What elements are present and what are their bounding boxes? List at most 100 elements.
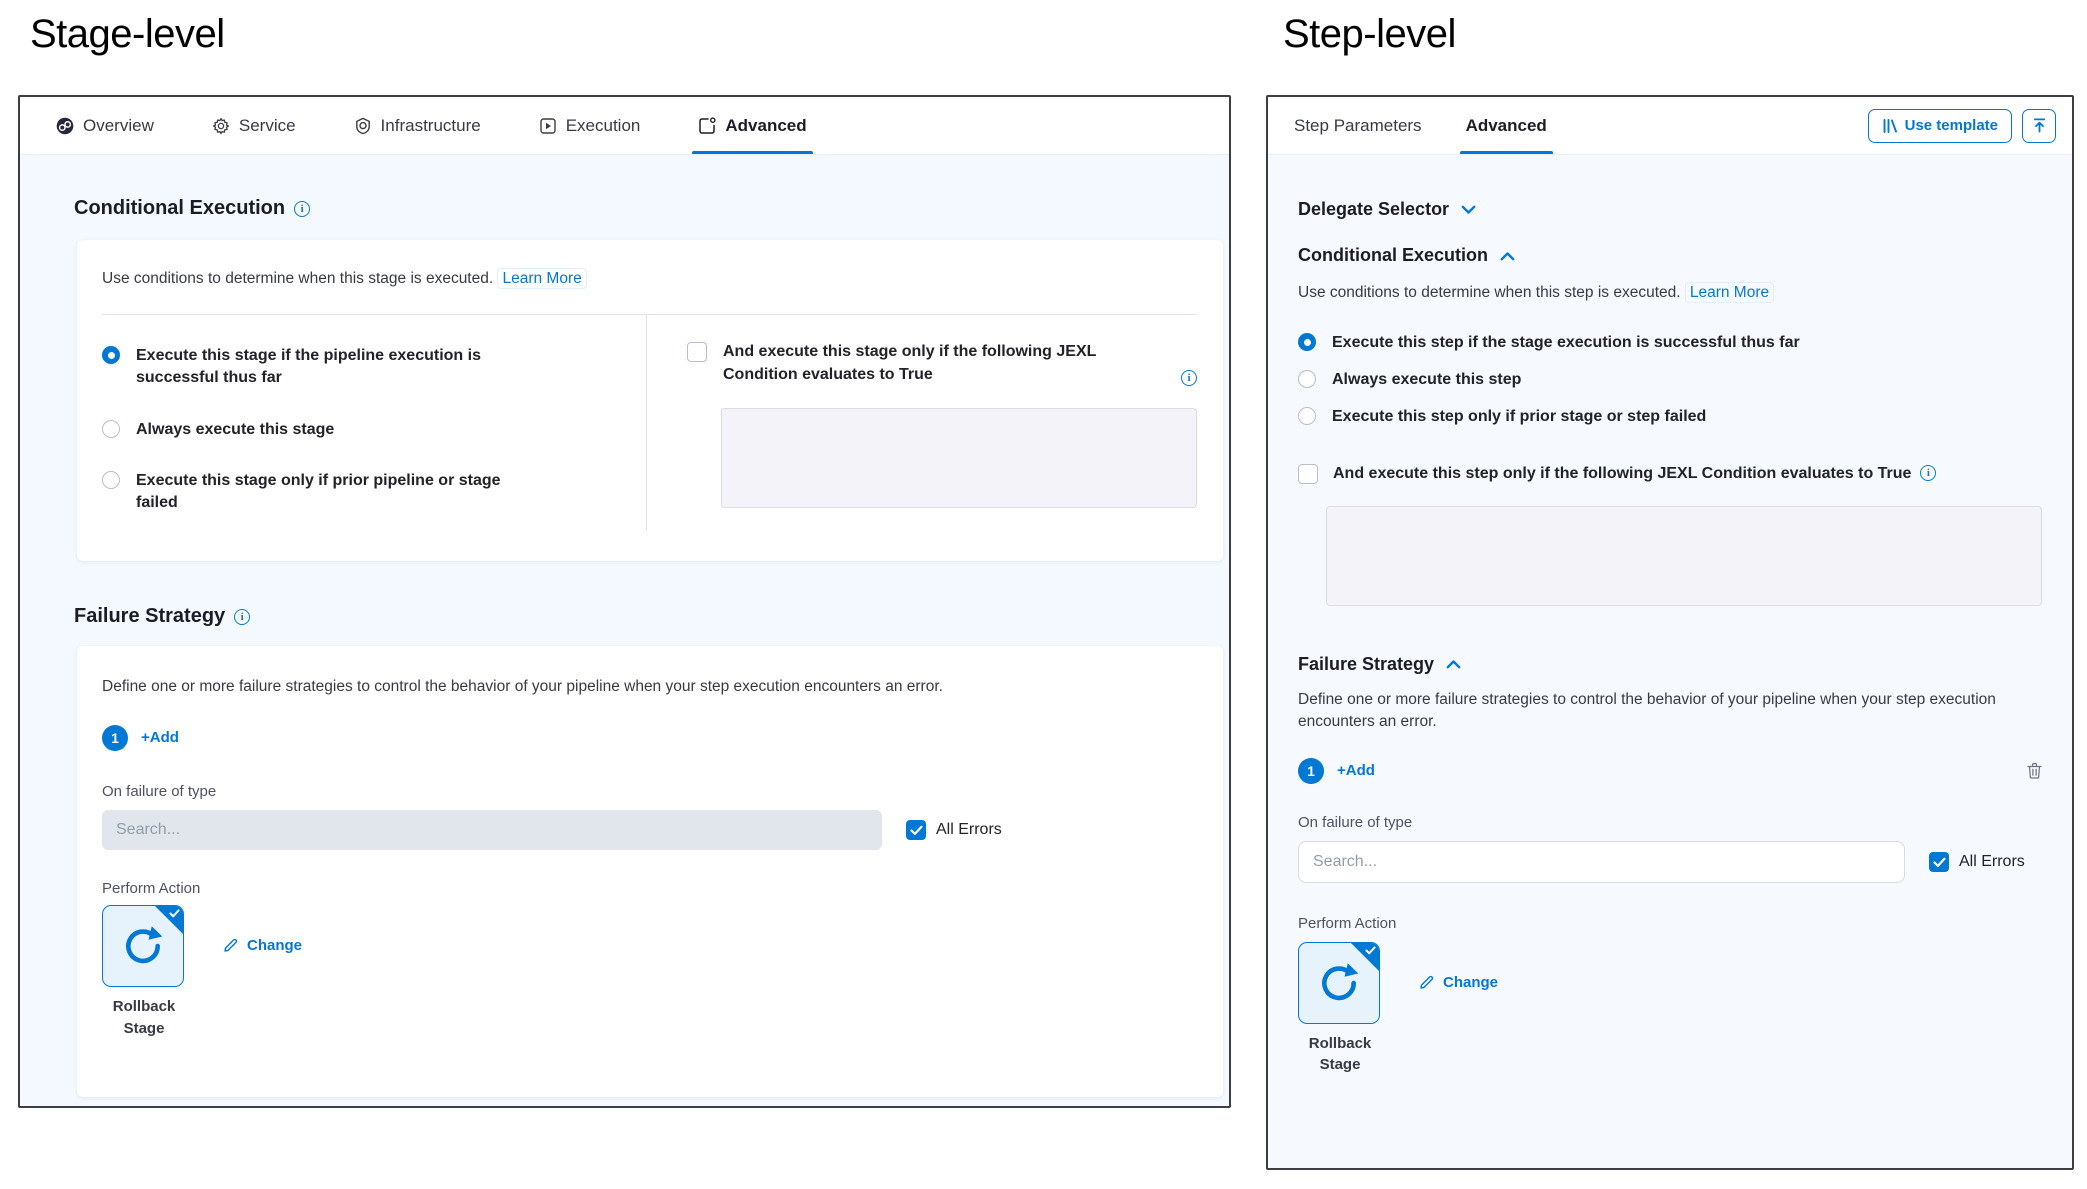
radio-icon[interactable]: [1298, 407, 1316, 425]
radio-icon[interactable]: [102, 420, 120, 438]
radio-option-success[interactable]: Execute this step if the stage execution…: [1298, 332, 2042, 354]
learn-more-link[interactable]: Learn More: [497, 268, 586, 289]
info-icon[interactable]: i: [234, 609, 250, 625]
failure-strategy-description: Define one or more failure strategies to…: [102, 676, 1198, 698]
pencil-icon: [1418, 974, 1435, 991]
jexl-checkbox[interactable]: [1298, 464, 1318, 484]
selected-check-icon: [169, 909, 180, 918]
tab-label: Overview: [83, 116, 154, 136]
radio-label: Always execute this step: [1332, 369, 1521, 391]
add-strategy-button[interactable]: +Add: [141, 729, 179, 746]
radio-option-failed[interactable]: Execute this stage only if prior pipelin…: [102, 470, 606, 513]
rollback-stage-tile[interactable]: [1298, 942, 1380, 1024]
tab-advanced[interactable]: Advanced: [698, 97, 806, 154]
template-library-icon: [1882, 118, 1898, 134]
failure-type-row: All Errors: [102, 810, 1198, 850]
jexl-checkbox-row[interactable]: And execute this stage only if the follo…: [687, 341, 1197, 386]
all-errors-checkbox[interactable]: [906, 820, 926, 840]
infrastructure-icon: [354, 117, 372, 135]
jexl-condition-input[interactable]: [1326, 506, 2042, 606]
conditional-columns: Execute this stage if the pipeline execu…: [102, 315, 1197, 531]
step-content: Delegate Selector Conditional Execution …: [1268, 199, 2072, 1170]
rollback-stage-tile[interactable]: [102, 905, 184, 987]
all-errors-label: All Errors: [936, 821, 1002, 839]
tab-advanced[interactable]: Advanced: [1466, 97, 1547, 154]
add-strategy-button[interactable]: +Add: [1337, 762, 1375, 779]
failure-type-search-input[interactable]: [102, 810, 882, 850]
action-name-line2: Stage: [102, 1018, 186, 1040]
radio-icon[interactable]: [1298, 370, 1316, 388]
perform-action-row: Change: [1298, 942, 2042, 1024]
tab-actions: Use template: [1868, 109, 2056, 143]
info-icon[interactable]: i: [1920, 465, 1936, 481]
radio-icon[interactable]: [102, 471, 120, 489]
advanced-icon: [698, 117, 716, 135]
page: Stage-level Step-level Overview Service …: [0, 0, 2087, 1189]
all-errors-option[interactable]: All Errors: [1929, 851, 2025, 872]
failure-type-search-input[interactable]: [1298, 841, 1905, 883]
radio-option-success[interactable]: Execute this stage if the pipeline execu…: [102, 345, 606, 388]
heading-text: Failure Strategy: [74, 605, 225, 628]
conditional-execution-description: Use conditions to determine when this st…: [1298, 282, 2042, 304]
radio-selected-icon[interactable]: [102, 346, 120, 364]
conditional-execution-card: Use conditions to determine when this st…: [77, 240, 1223, 561]
stage-level-title: Stage-level: [30, 12, 225, 57]
learn-more-link[interactable]: Learn More: [1685, 282, 1774, 303]
tab-step-parameters[interactable]: Step Parameters: [1294, 97, 1422, 154]
strategy-count-badge[interactable]: 1: [1298, 758, 1324, 784]
save-as-template-button[interactable]: [2022, 109, 2056, 143]
check-icon: [1933, 857, 1946, 868]
stage-panel: Overview Service Infrastructure Executio…: [18, 95, 1231, 1108]
action-name: Rollback Stage: [1298, 1033, 1382, 1077]
on-failure-label: On failure of type: [1298, 814, 2042, 831]
info-icon[interactable]: i: [294, 201, 310, 217]
conditional-execution-header[interactable]: Conditional Execution: [1298, 245, 2042, 266]
radio-option-always[interactable]: Always execute this stage: [102, 419, 606, 441]
action-name: Rollback Stage: [102, 996, 186, 1040]
jexl-checkbox-row[interactable]: And execute this step only if the follow…: [1298, 463, 2042, 485]
info-icon[interactable]: i: [1181, 370, 1197, 386]
chevron-up-icon: [1446, 659, 1461, 669]
delete-strategy-button[interactable]: [2027, 762, 2042, 779]
radio-label: Execute this stage if the pipeline execu…: [136, 345, 516, 388]
all-errors-option[interactable]: All Errors: [906, 819, 1002, 840]
pipeline-icon: [56, 117, 74, 135]
step-level-title: Step-level: [1283, 12, 1456, 57]
on-failure-label: On failure of type: [102, 783, 1198, 800]
change-action-button[interactable]: Change: [1418, 974, 1498, 991]
failure-strategy-header[interactable]: Failure Strategy: [1298, 654, 2042, 675]
jexl-checkbox[interactable]: [687, 342, 707, 362]
use-template-button[interactable]: Use template: [1868, 109, 2012, 143]
tab-label: Step Parameters: [1294, 116, 1422, 136]
action-name-line2: Stage: [1298, 1054, 1382, 1076]
description-text: Use conditions to determine when this st…: [102, 270, 493, 287]
tab-overview[interactable]: Overview: [56, 97, 154, 154]
action-name-line1: Rollback: [102, 996, 186, 1018]
tab-execution[interactable]: Execution: [539, 97, 641, 154]
tab-label: Service: [239, 116, 296, 136]
perform-action-row: Change: [102, 905, 1198, 987]
radio-selected-icon[interactable]: [1298, 333, 1316, 351]
use-template-label: Use template: [1905, 117, 1998, 134]
tab-label: Execution: [566, 116, 641, 136]
jexl-condition-input[interactable]: [721, 408, 1197, 508]
tab-infrastructure[interactable]: Infrastructure: [354, 97, 481, 154]
radio-option-failed[interactable]: Execute this step only if prior stage or…: [1298, 406, 2042, 428]
failure-strategy-card: Define one or more failure strategies to…: [77, 646, 1223, 1097]
jexl-section: And execute this stage only if the follo…: [647, 315, 1197, 531]
delegate-selector-header[interactable]: Delegate Selector: [1298, 199, 2042, 220]
heading-text: Conditional Execution: [1298, 245, 1488, 266]
tab-service[interactable]: Service: [212, 97, 296, 154]
jexl-label: And execute this step only if the follow…: [1333, 463, 1911, 485]
failure-type-row: All Errors: [1298, 841, 2042, 883]
radio-option-always[interactable]: Always execute this step: [1298, 369, 2042, 391]
strategy-count-badge[interactable]: 1: [102, 725, 128, 751]
step-panel: Step Parameters Advanced Use template De…: [1266, 95, 2074, 1170]
failure-strategy-heading: Failure Strategy i: [74, 605, 1229, 628]
strategy-add-row: 1 +Add: [1298, 758, 2042, 784]
all-errors-checkbox[interactable]: [1929, 852, 1949, 872]
change-action-button[interactable]: Change: [222, 937, 302, 954]
radio-label: Execute this stage only if prior pipelin…: [136, 470, 516, 513]
heading-text: Conditional Execution: [74, 197, 285, 220]
execution-options: Execute this stage if the pipeline execu…: [102, 315, 647, 531]
